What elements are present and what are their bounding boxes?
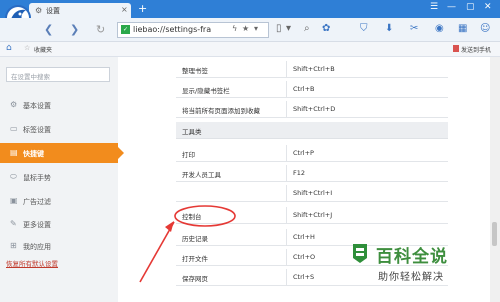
- scrollbar[interactable]: [490, 57, 500, 302]
- chevron-down-icon[interactable]: ▾: [286, 23, 291, 34]
- tabs-icon: ▭: [10, 124, 18, 133]
- bookmark-folder[interactable]: 收藏夹: [34, 45, 52, 54]
- home-icon[interactable]: ⌂: [6, 43, 12, 53]
- sidebar-item-basic[interactable]: ⚙ 基本设置: [0, 95, 118, 115]
- search-placeholder: 在设置中搜索: [11, 73, 50, 81]
- url-text[interactable]: liebao://settings-fra: [133, 25, 228, 34]
- bookmarks-bar: ⌂ ☆ 收藏夹 发送到手机: [0, 42, 500, 57]
- phone-icon: [453, 45, 459, 52]
- table-row[interactable]: 控制台 Shift+Ctrl+J: [176, 207, 448, 224]
- shortcut-keys: Ctrl+H: [293, 233, 315, 241]
- sidebar-item-label: 快捷键: [23, 150, 44, 158]
- section-header: 工具类: [176, 122, 448, 139]
- table-row[interactable]: 打印 Ctrl+P: [176, 145, 448, 162]
- grid-icon[interactable]: ▦: [458, 23, 467, 34]
- shortcut-keys: Shift+Ctrl+I: [293, 189, 333, 197]
- refresh-icon[interactable]: ↻: [96, 23, 105, 36]
- cut-icon[interactable]: ✂: [410, 23, 418, 34]
- shortcut-keys: Shift+Ctrl+B: [293, 65, 335, 73]
- restore-defaults-link[interactable]: 恢复所有默认设置: [6, 258, 58, 268]
- tab-settings[interactable]: ⚙ 设置 ×: [29, 3, 131, 18]
- shortcut-action: 打印: [182, 151, 195, 159]
- send-to-phone-link[interactable]: 发送到手机: [461, 45, 491, 54]
- settings-sidebar: 在设置中搜索 ⚙ 基本设置 ▭ 标签设置 ▤ 快捷键 ⬭ 鼠标手势 ▣ 广告过滤…: [0, 57, 124, 302]
- search-input[interactable]: 在设置中搜索: [6, 67, 110, 82]
- mouse-icon: ⬭: [10, 172, 17, 181]
- shortcut-keys: Ctrl+B: [293, 85, 315, 93]
- forward-icon[interactable]: ❯: [70, 23, 79, 36]
- sidebar-item-apps[interactable]: ⊞ 我的应用: [0, 236, 118, 256]
- paw-icon[interactable]: ✿: [322, 23, 330, 34]
- minimize-icon[interactable]: —: [447, 2, 456, 12]
- table-row[interactable]: 整理书签 Shift+Ctrl+B: [176, 61, 448, 78]
- watermark-title: 百科全说: [376, 247, 448, 267]
- watermark-logo-icon: [353, 244, 367, 263]
- shortcut-action: 控制台: [182, 213, 202, 221]
- sidebar-item-label: 基本设置: [23, 102, 51, 110]
- close-icon[interactable]: ×: [121, 5, 128, 14]
- table-row[interactable]: Shift+Ctrl+I: [176, 185, 448, 202]
- table-row[interactable]: 开发人员工具 F12: [176, 165, 448, 182]
- sidebar-item-tabs[interactable]: ▭ 标签设置: [0, 119, 118, 139]
- shortcut-action: 整理书签: [182, 67, 208, 75]
- window-close-icon[interactable]: ✕: [484, 2, 492, 12]
- keyboard-icon: ▤: [10, 148, 18, 157]
- menu-icon[interactable]: ☰: [430, 2, 438, 12]
- sidebar-item-mouse-gestures[interactable]: ⬭ 鼠标手势: [0, 167, 118, 187]
- sidebar-item-label: 更多设置: [23, 221, 51, 229]
- sidebar-item-shortcuts[interactable]: ▤ 快捷键: [0, 143, 124, 163]
- gamepad-icon[interactable]: ◉: [435, 23, 444, 34]
- section-title: 工具类: [182, 128, 202, 136]
- shortcut-action: 显示/隐藏书签栏: [182, 87, 230, 95]
- address-bar[interactable]: ✓ liebao://settings-fra ϟ ★ ▾: [117, 22, 269, 38]
- shortcut-action: 打开文件: [182, 255, 208, 263]
- tab-title: 设置: [46, 7, 60, 15]
- filter-icon: ▣: [10, 196, 18, 205]
- shortcut-action: 将当前所有页面添加到收藏: [182, 107, 260, 115]
- shortcut-keys: Ctrl+O: [293, 253, 316, 261]
- wrench-icon: ✎: [10, 219, 17, 228]
- download-icon[interactable]: ⬇: [385, 23, 393, 34]
- sidebar-item-label: 广告过滤: [23, 198, 51, 206]
- shortcut-keys: Ctrl+S: [293, 273, 315, 281]
- maximize-icon[interactable]: ▢: [466, 2, 475, 12]
- shortcut-action: 开发人员工具: [182, 171, 221, 179]
- sidebar-item-more[interactable]: ✎ 更多设置: [0, 214, 118, 234]
- new-tab-button[interactable]: +: [138, 3, 147, 14]
- sidebar-item-label: 标签设置: [23, 126, 51, 134]
- chevron-down-icon[interactable]: ▾: [254, 24, 258, 33]
- apps-icon: ⊞: [10, 241, 17, 250]
- bookmark-folder-icon: ☆: [24, 44, 31, 52]
- star-icon[interactable]: ★: [242, 24, 249, 33]
- user-icon[interactable]: ☺: [480, 23, 490, 34]
- gear-icon: ⚙: [10, 100, 18, 109]
- gear-icon: ⚙: [35, 6, 43, 15]
- shortcut-keys: Ctrl+P: [293, 149, 314, 157]
- sidebar-item-ad-filter[interactable]: ▣ 广告过滤: [0, 191, 118, 211]
- shield-icon[interactable]: ⛉: [360, 23, 368, 34]
- table-row[interactable]: 将当前所有页面添加到收藏 Shift+Ctrl+D: [176, 101, 448, 118]
- secure-icon: ✓: [121, 25, 130, 34]
- sidebar-item-label: 我的应用: [23, 243, 51, 251]
- scrollbar-thumb[interactable]: [492, 222, 497, 246]
- shortcut-action: 保存网页: [182, 275, 208, 283]
- toolbar: ❮ ❯ ↻ ✓ liebao://settings-fra ϟ ★ ▾ ▯ ▾ …: [0, 18, 500, 42]
- lightning-icon[interactable]: ϟ: [232, 24, 237, 33]
- watermark-subtitle: 助你轻松解决: [378, 272, 444, 283]
- page-icon[interactable]: ▯: [276, 23, 282, 34]
- tab-bar: ⚙ 设置 × + ☰ — ▢ ✕: [0, 0, 500, 18]
- shortcut-keys: Shift+Ctrl+D: [293, 105, 336, 113]
- sidebar-item-label: 鼠标手势: [23, 174, 51, 182]
- back-icon[interactable]: ❮: [44, 23, 53, 36]
- search-icon[interactable]: ⌕: [304, 23, 310, 34]
- shortcut-action: 历史记录: [182, 235, 208, 243]
- table-row[interactable]: 显示/隐藏书签栏 Ctrl+B: [176, 81, 448, 98]
- shortcut-keys: F12: [293, 169, 306, 177]
- shortcut-keys: Shift+Ctrl+J: [293, 211, 333, 219]
